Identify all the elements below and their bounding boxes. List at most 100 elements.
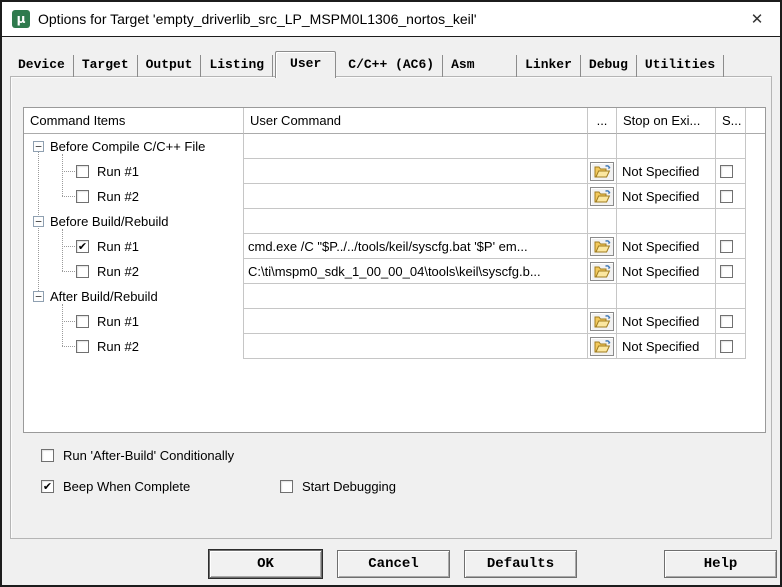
open-folder-icon (594, 165, 611, 178)
tab-debug[interactable]: Debug (581, 55, 637, 77)
option-run-after-build: Run 'After-Build' Conditionally (41, 448, 234, 463)
defaults-button[interactable]: Defaults (464, 550, 577, 578)
col-header-browse: ... (588, 108, 617, 134)
tab-utilities[interactable]: Utilities (637, 55, 725, 77)
tab-cpp-ac6[interactable]: C/C++ (AC6) (340, 55, 444, 77)
user-command-cell[interactable]: C:\ti\mspm0_sdk_1_00_00_04\tools\keil\sy… (244, 259, 588, 284)
options-for-target-dialog: µ Options for Target 'empty_driverlib_sr… (0, 0, 782, 587)
s-checkbox[interactable] (720, 314, 733, 328)
start-debugging-checkbox[interactable] (280, 480, 293, 493)
s-checkbox[interactable] (720, 164, 733, 178)
browse-button[interactable] (590, 311, 614, 331)
tree-expander-icon[interactable]: − (33, 291, 44, 302)
tree-run-label: Run #2 (97, 189, 139, 204)
run-after-build-checkbox[interactable] (41, 449, 54, 462)
stop-on-exit-cell[interactable]: Not Specified (617, 259, 716, 284)
open-folder-icon (594, 315, 611, 328)
tab-target[interactable]: Target (74, 55, 138, 77)
beep-when-complete-label: Beep When Complete (63, 479, 191, 494)
table-row[interactable]: Run #2 Not Specified (24, 184, 765, 209)
user-command-cell[interactable] (244, 209, 588, 234)
user-command-cell[interactable] (244, 334, 588, 359)
col-header-command-items: Command Items (24, 108, 244, 134)
s-checkbox[interactable] (720, 189, 733, 203)
run-enable-checkbox[interactable] (76, 340, 89, 353)
run-enable-checkbox[interactable] (76, 190, 89, 203)
browse-button[interactable] (590, 336, 614, 356)
stop-on-exit-cell[interactable]: Not Specified (617, 159, 716, 184)
browse-button[interactable] (590, 261, 614, 281)
cancel-button[interactable]: Cancel (337, 550, 450, 578)
title-bar: µ Options for Target 'empty_driverlib_sr… (2, 2, 780, 37)
user-command-cell[interactable] (244, 184, 588, 209)
user-command-cell[interactable] (244, 159, 588, 184)
table-row[interactable]: − After Build/Rebuild (24, 284, 765, 309)
checkmark-icon: ✔ (77, 239, 88, 253)
help-button[interactable]: Help (664, 550, 777, 578)
browse-button[interactable] (590, 186, 614, 206)
option-beep-when-complete: ✔ Beep When Complete (41, 479, 190, 494)
uvision-app-icon: µ (12, 10, 30, 28)
open-folder-icon (594, 340, 611, 353)
open-folder-icon (594, 240, 611, 253)
browse-button[interactable] (590, 161, 614, 181)
start-debugging-label: Start Debugging (302, 479, 396, 494)
user-command-cell[interactable] (244, 309, 588, 334)
table-row[interactable]: − Before Compile C/C++ File (24, 134, 765, 159)
tree-group-label: After Build/Rebuild (50, 289, 158, 304)
col-header-s: S... (716, 108, 746, 134)
user-command-cell[interactable]: cmd.exe /C "$P../../tools/keil/syscfg.ba… (244, 234, 588, 259)
checkmark-icon: ✔ (42, 479, 53, 493)
user-tab-page: Command Items User Command ... Stop on E… (10, 76, 772, 539)
tree-run-label: Run #1 (97, 239, 139, 254)
tab-output[interactable]: Output (138, 55, 202, 77)
tree-run-label: Run #1 (97, 314, 139, 329)
stop-on-exit-cell[interactable]: Not Specified (617, 334, 716, 359)
table-body: − Before Compile C/C++ File Run #1 Not S… (24, 134, 765, 359)
ok-button[interactable]: OK (208, 549, 323, 579)
close-icon[interactable]: ✕ (734, 2, 780, 36)
user-command-cell[interactable] (244, 284, 588, 309)
table-row[interactable]: Run #1 Not Specified (24, 309, 765, 334)
tree-group-label: Before Build/Rebuild (50, 214, 169, 229)
stop-on-exit-cell[interactable]: Not Specified (617, 234, 716, 259)
open-folder-icon (594, 265, 611, 278)
table-row[interactable]: − Before Build/Rebuild (24, 209, 765, 234)
tree-expander-icon[interactable]: − (33, 216, 44, 227)
run-enable-checkbox[interactable] (76, 165, 89, 178)
stop-on-exit-cell[interactable]: Not Specified (617, 184, 716, 209)
s-checkbox[interactable] (720, 339, 733, 353)
run-enable-checkbox[interactable] (76, 265, 89, 278)
run-enable-checkbox[interactable]: ✔ (76, 240, 89, 253)
user-command-cell[interactable] (244, 134, 588, 159)
tab-linker[interactable]: Linker (517, 55, 581, 77)
tree-run-label: Run #2 (97, 264, 139, 279)
col-header-stop-on-exit: Stop on Exi... (617, 108, 716, 134)
tree-run-label: Run #2 (97, 339, 139, 354)
browse-button[interactable] (590, 236, 614, 256)
open-folder-icon (594, 190, 611, 203)
tab-asm[interactable]: Asm (443, 55, 518, 77)
table-header: Command Items User Command ... Stop on E… (24, 108, 765, 134)
s-checkbox[interactable] (720, 239, 733, 253)
tab-bar: Device Target Output Listing User C/C++ … (10, 50, 725, 78)
option-start-debugging: Start Debugging (280, 479, 396, 494)
window-title: Options for Target 'empty_driverlib_src_… (38, 11, 477, 27)
beep-when-complete-checkbox[interactable]: ✔ (41, 480, 54, 493)
user-commands-table: Command Items User Command ... Stop on E… (23, 107, 766, 433)
tab-listing[interactable]: Listing (201, 55, 274, 77)
table-row[interactable]: Run #2 Not Specified (24, 334, 765, 359)
tree-group-label: Before Compile C/C++ File (50, 139, 206, 154)
stop-on-exit-cell[interactable]: Not Specified (617, 309, 716, 334)
tab-user[interactable]: User (275, 51, 337, 78)
col-header-user-command: User Command (244, 108, 588, 134)
table-row[interactable]: Run #2 C:\ti\mspm0_sdk_1_00_00_04\tools\… (24, 259, 765, 284)
run-enable-checkbox[interactable] (76, 315, 89, 328)
s-checkbox[interactable] (720, 264, 733, 278)
tree-run-label: Run #1 (97, 164, 139, 179)
run-after-build-label: Run 'After-Build' Conditionally (63, 448, 235, 463)
tree-expander-icon[interactable]: − (33, 141, 44, 152)
table-row[interactable]: Run #1 Not Specified (24, 159, 765, 184)
table-row[interactable]: ✔ Run #1 cmd.exe /C "$P../../tools/keil/… (24, 234, 765, 259)
tab-device[interactable]: Device (10, 55, 74, 77)
